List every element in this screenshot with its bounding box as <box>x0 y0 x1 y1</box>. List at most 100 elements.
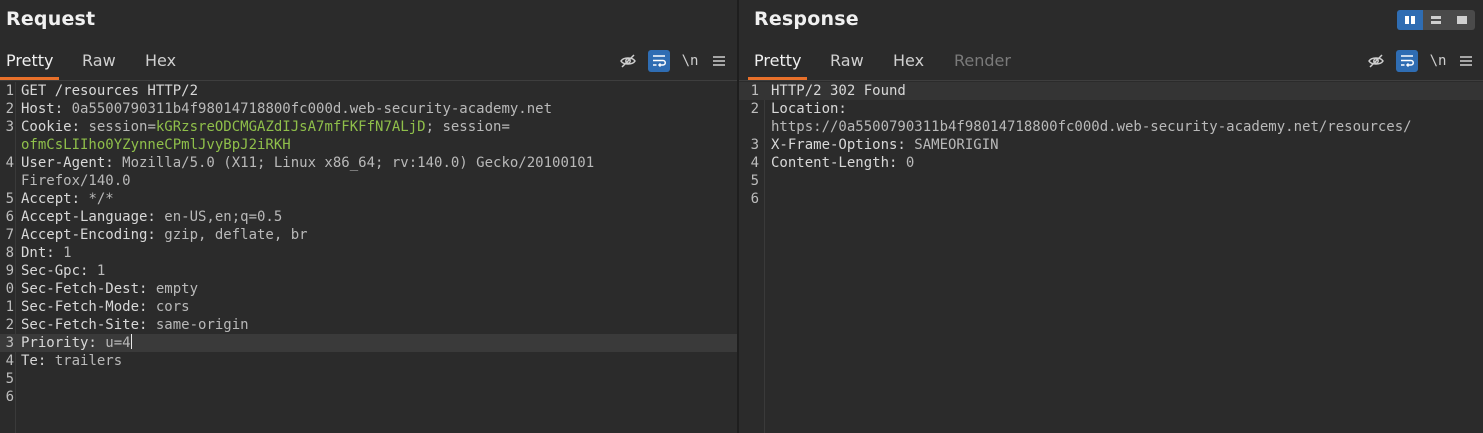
code-line[interactable]: 5 Accept: */* <box>0 190 737 208</box>
request-tab-hex[interactable]: Hex <box>139 44 182 80</box>
line-number: 0 <box>5 281 14 297</box>
line-number: 6 <box>5 389 14 405</box>
line-content: HTTP/2 302 Found <box>771 82 906 100</box>
line-number: 2 <box>750 101 759 117</box>
code-line[interactable]: 6 <box>739 190 1483 208</box>
code-line[interactable]: 1 HTTP/2 302 Found <box>739 82 1483 100</box>
response-tab-hex[interactable]: Hex <box>887 44 930 80</box>
line-content: X-Frame-Options: SAMEORIGIN <box>771 136 999 154</box>
code-line[interactable]: 5 <box>0 370 737 388</box>
line-content: Location: <box>771 100 847 118</box>
header-name: Host: <box>21 101 64 117</box>
header-value: 1 <box>54 245 72 261</box>
line-content: GET /resources HTTP/2 <box>21 82 198 100</box>
line-number: 3 <box>5 335 14 351</box>
line-number: 3 <box>750 137 759 153</box>
header-value: */* <box>80 191 114 207</box>
side-by-side-layout-icon[interactable] <box>1397 10 1423 30</box>
header-value: cors <box>147 299 190 315</box>
newline-toggle[interactable]: \n <box>1427 50 1449 72</box>
code-line[interactable]: 3 Cookie: session=kGRzsreODCMGAZdIJsA7mfF… <box>0 118 737 136</box>
line-content: Accept: */* <box>21 190 114 208</box>
code-line[interactable]: 4 Te: trailers <box>0 352 737 370</box>
code-line[interactable]: 8 Dnt: 1 <box>0 244 737 262</box>
header-name: Sec-Fetch-Dest: <box>21 281 148 297</box>
eye-off-icon[interactable] <box>1365 50 1387 72</box>
cookie-value: ofmCsLIIho0YZynneCPmlJvyBpJ2iRKH <box>21 137 291 153</box>
code-line[interactable]: Firefox/140.0 <box>0 172 737 190</box>
header-name: X-Frame-Options: <box>771 137 906 153</box>
burp-message-editor: Request Pretty Raw Hex \n 1 GET /resourc… <box>0 0 1483 433</box>
code-line[interactable]: 7 Accept-Encoding: gzip, deflate, br <box>0 226 737 244</box>
response-tab-raw[interactable]: Raw <box>824 44 870 80</box>
eye-off-icon[interactable] <box>617 50 639 72</box>
header-value: gzip, deflate, br <box>155 227 308 243</box>
request-editor[interactable]: 1 GET /resources HTTP/2 2 Host: 0a550079031… <box>0 82 737 433</box>
single-layout-icon[interactable] <box>1449 10 1475 30</box>
line-number: 1 <box>5 299 14 315</box>
response-lines: 1 HTTP/2 302 Found 2 Location: https://0a550… <box>739 82 1483 208</box>
response-tab-render[interactable]: Render <box>948 44 1017 80</box>
line-number: 8 <box>5 245 14 261</box>
line-content: Accept-Language: en-US,en;q=0.5 <box>21 208 282 226</box>
code-line[interactable]: 1 GET /resources HTTP/2 <box>0 82 737 100</box>
line-number: 9 <box>5 263 14 279</box>
header-value: Firefox/140.0 <box>21 173 131 189</box>
code-line[interactable]: 2 Host: 0a5500790311b4f98014718800fc000d.… <box>0 100 737 118</box>
code-line[interactable]: https://0a5500790311b4f98014718800fc000d… <box>739 118 1483 136</box>
code-line[interactable]: 9 Sec-Gpc: 1 <box>0 262 737 280</box>
line-number: 2 <box>5 317 14 333</box>
header-name: Content-Length: <box>771 155 898 171</box>
header-name: Accept-Encoding: <box>21 227 156 243</box>
code-line[interactable]: 2 Location: <box>739 100 1483 118</box>
request-lines: 1 GET /resources HTTP/2 2 Host: 0a550079031… <box>0 82 737 406</box>
line-content: Firefox/140.0 <box>21 172 131 190</box>
header-name: Sec-Fetch-Mode: <box>21 299 148 315</box>
cookie-separator: ; session= <box>425 119 510 135</box>
line-number: 3 <box>5 119 14 135</box>
code-line[interactable]: 3 X-Frame-Options: SAMEORIGIN <box>739 136 1483 154</box>
line-content: Sec-Fetch-Dest: empty <box>21 280 198 298</box>
code-line[interactable]: 4 Content-Length: 0 <box>739 154 1483 172</box>
menu-icon[interactable] <box>708 50 730 72</box>
header-name: Priority: <box>21 335 97 351</box>
menu-icon[interactable] <box>1455 50 1477 72</box>
line-content: Sec-Fetch-Site: same-origin <box>21 316 249 334</box>
line-content: User-Agent: Mozilla/5.0 (X11; Linux x86_… <box>21 154 594 172</box>
line-number: 4 <box>5 155 14 171</box>
code-line[interactable]: 4 User-Agent: Mozilla/5.0 (X11; Linux x86… <box>0 154 737 172</box>
layout-toggle <box>1397 10 1475 30</box>
stacked-layout-icon[interactable] <box>1423 10 1449 30</box>
code-line[interactable]: 3 Priority: u=4 <box>0 334 737 352</box>
code-line[interactable]: 6 <box>0 388 737 406</box>
line-number: 5 <box>5 371 14 387</box>
response-editor[interactable]: 1 HTTP/2 302 Found 2 Location: https://0a550… <box>739 82 1483 433</box>
request-tab-pretty[interactable]: Pretty <box>0 44 60 80</box>
header-name: Accept: <box>21 191 81 207</box>
line-number: 2 <box>5 101 14 117</box>
line-content: Sec-Gpc: 1 <box>21 262 105 280</box>
code-line[interactable]: 6 Accept-Language: en-US,en;q=0.5 <box>0 208 737 226</box>
header-value: 0 <box>897 155 915 171</box>
header-name: User-Agent: <box>21 155 114 171</box>
header-value: same-origin <box>147 317 249 333</box>
code-line[interactable]: 1 Sec-Fetch-Mode: cors <box>0 298 737 316</box>
wrap-icon[interactable] <box>648 50 670 72</box>
header-name: HTTP/2 302 Found <box>771 83 906 99</box>
line-content: Content-Length: 0 <box>771 154 914 172</box>
wrap-icon[interactable] <box>1396 50 1418 72</box>
code-line[interactable]: 0 Sec-Fetch-Dest: empty <box>0 280 737 298</box>
code-line[interactable]: 2 Sec-Fetch-Site: same-origin <box>0 316 737 334</box>
line-number: 4 <box>750 155 759 171</box>
request-tab-raw[interactable]: Raw <box>76 44 122 80</box>
response-tab-pretty[interactable]: Pretty <box>748 44 808 80</box>
text-caret <box>130 334 132 349</box>
code-line[interactable]: 5 <box>739 172 1483 190</box>
header-name: Sec-Fetch-Site: <box>21 317 148 333</box>
header-name: Dnt: <box>21 245 55 261</box>
header-name: Cookie: <box>21 119 81 135</box>
header-value: 1 <box>88 263 106 279</box>
header-value: https://0a5500790311b4f98014718800fc000d… <box>771 119 1412 135</box>
code-line[interactable]: ofmCsLIIho0YZynneCPmlJvyBpJ2iRKH <box>0 136 737 154</box>
newline-toggle[interactable]: \n <box>679 50 701 72</box>
